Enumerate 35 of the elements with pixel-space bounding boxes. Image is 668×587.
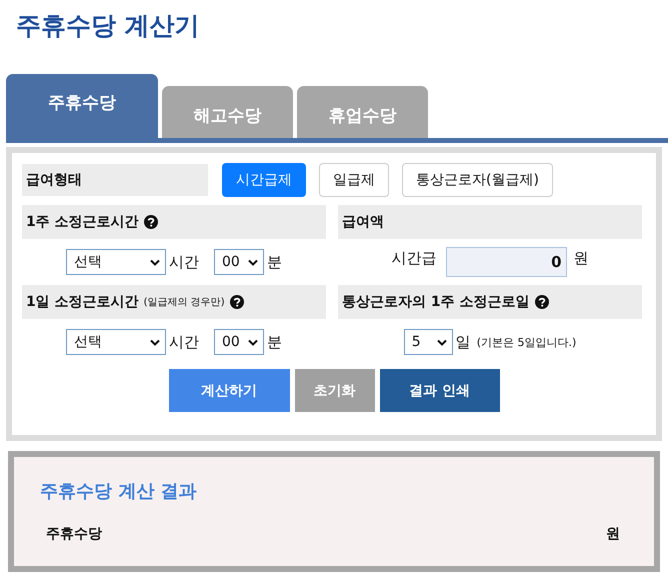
tab[interactable]: 주휴수당: [6, 74, 158, 138]
section-label: 급여형태: [22, 164, 208, 196]
chevron-down-icon: [248, 258, 258, 266]
chevron-down-icon: [248, 338, 258, 346]
select-field[interactable]: 00: [214, 329, 264, 355]
note-text: (일급제의 경우만): [144, 296, 225, 309]
note-text: (기본은 5일입니다.): [476, 334, 576, 350]
wage-type-button[interactable]: 일급제: [319, 163, 389, 197]
unit-label: 분: [267, 252, 282, 272]
select-field[interactable]: 00: [214, 249, 264, 275]
section-label: 급여액: [342, 213, 384, 231]
select-field[interactable]: 5: [404, 329, 453, 355]
unit-label: 시간: [169, 332, 199, 352]
section-label: 1일 소정근로시간: [26, 293, 139, 311]
wage-type-button[interactable]: 통상근로자(월급제): [402, 163, 553, 197]
section-label: 통상근로자의 1주 소정근로일: [342, 293, 530, 311]
wage-type-button[interactable]: 시간급제: [222, 163, 306, 197]
unit-label: 분: [267, 332, 282, 352]
action-button[interactable]: 결과 인쇄: [380, 369, 500, 412]
action-button[interactable]: 계산하기: [168, 369, 290, 412]
unit-label: 일: [456, 332, 471, 352]
select-field[interactable]: 선택: [66, 249, 166, 275]
chevron-down-icon: [436, 338, 447, 346]
result-unit: 원: [606, 525, 620, 543]
amount-field[interactable]: 0: [446, 247, 566, 277]
chevron-down-icon: [150, 338, 160, 346]
result-title: 주휴수당 계산 결과: [40, 480, 198, 503]
result-label: 주휴수당: [46, 525, 102, 543]
unit-label: 시간: [169, 252, 199, 272]
chevron-down-icon: [150, 258, 160, 266]
page-title: 주휴수당 계산기: [15, 10, 201, 42]
field-label: 시간급: [392, 249, 436, 268]
select-field[interactable]: 선택: [66, 329, 166, 355]
unit-label: 원: [574, 249, 588, 268]
section-label: 1주 소정근로시간: [26, 213, 139, 231]
